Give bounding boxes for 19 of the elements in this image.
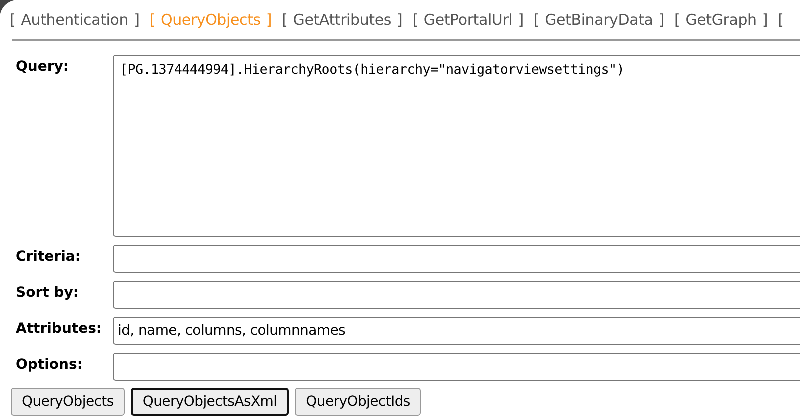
query-button[interactable]: QueryObjectsAsXml [130, 388, 290, 416]
input-field[interactable]: id, name, columns, columnnames [113, 317, 800, 345]
tab[interactable]: [ Authentication ] [10, 11, 140, 33]
query-button[interactable]: QueryObjectIds [295, 388, 422, 416]
tab[interactable]: [ GetAttributes ] [282, 11, 403, 33]
query-button[interactable]: QueryObjects [11, 388, 125, 416]
field-label: Attributes: [16, 320, 104, 337]
input-field[interactable] [113, 245, 800, 273]
query-textarea[interactable]: [PG.1374444994].HierarchyRoots(hierarchy="navigatorviewsettings") [113, 55, 800, 237]
field-label: Criteria: [16, 248, 82, 265]
tab[interactable]: [ [778, 11, 784, 33]
field-label: Query: [16, 58, 70, 75]
input-field[interactable] [113, 353, 800, 381]
tab[interactable]: [ GetBinaryData ] [534, 11, 664, 33]
input-field[interactable] [113, 281, 800, 309]
field-label: Options: [16, 356, 84, 373]
field-label: Sort by: [16, 284, 80, 301]
tab[interactable]: [ GetGraph ] [674, 11, 768, 33]
tab[interactable]: [ GetPortalUrl ] [412, 11, 524, 33]
